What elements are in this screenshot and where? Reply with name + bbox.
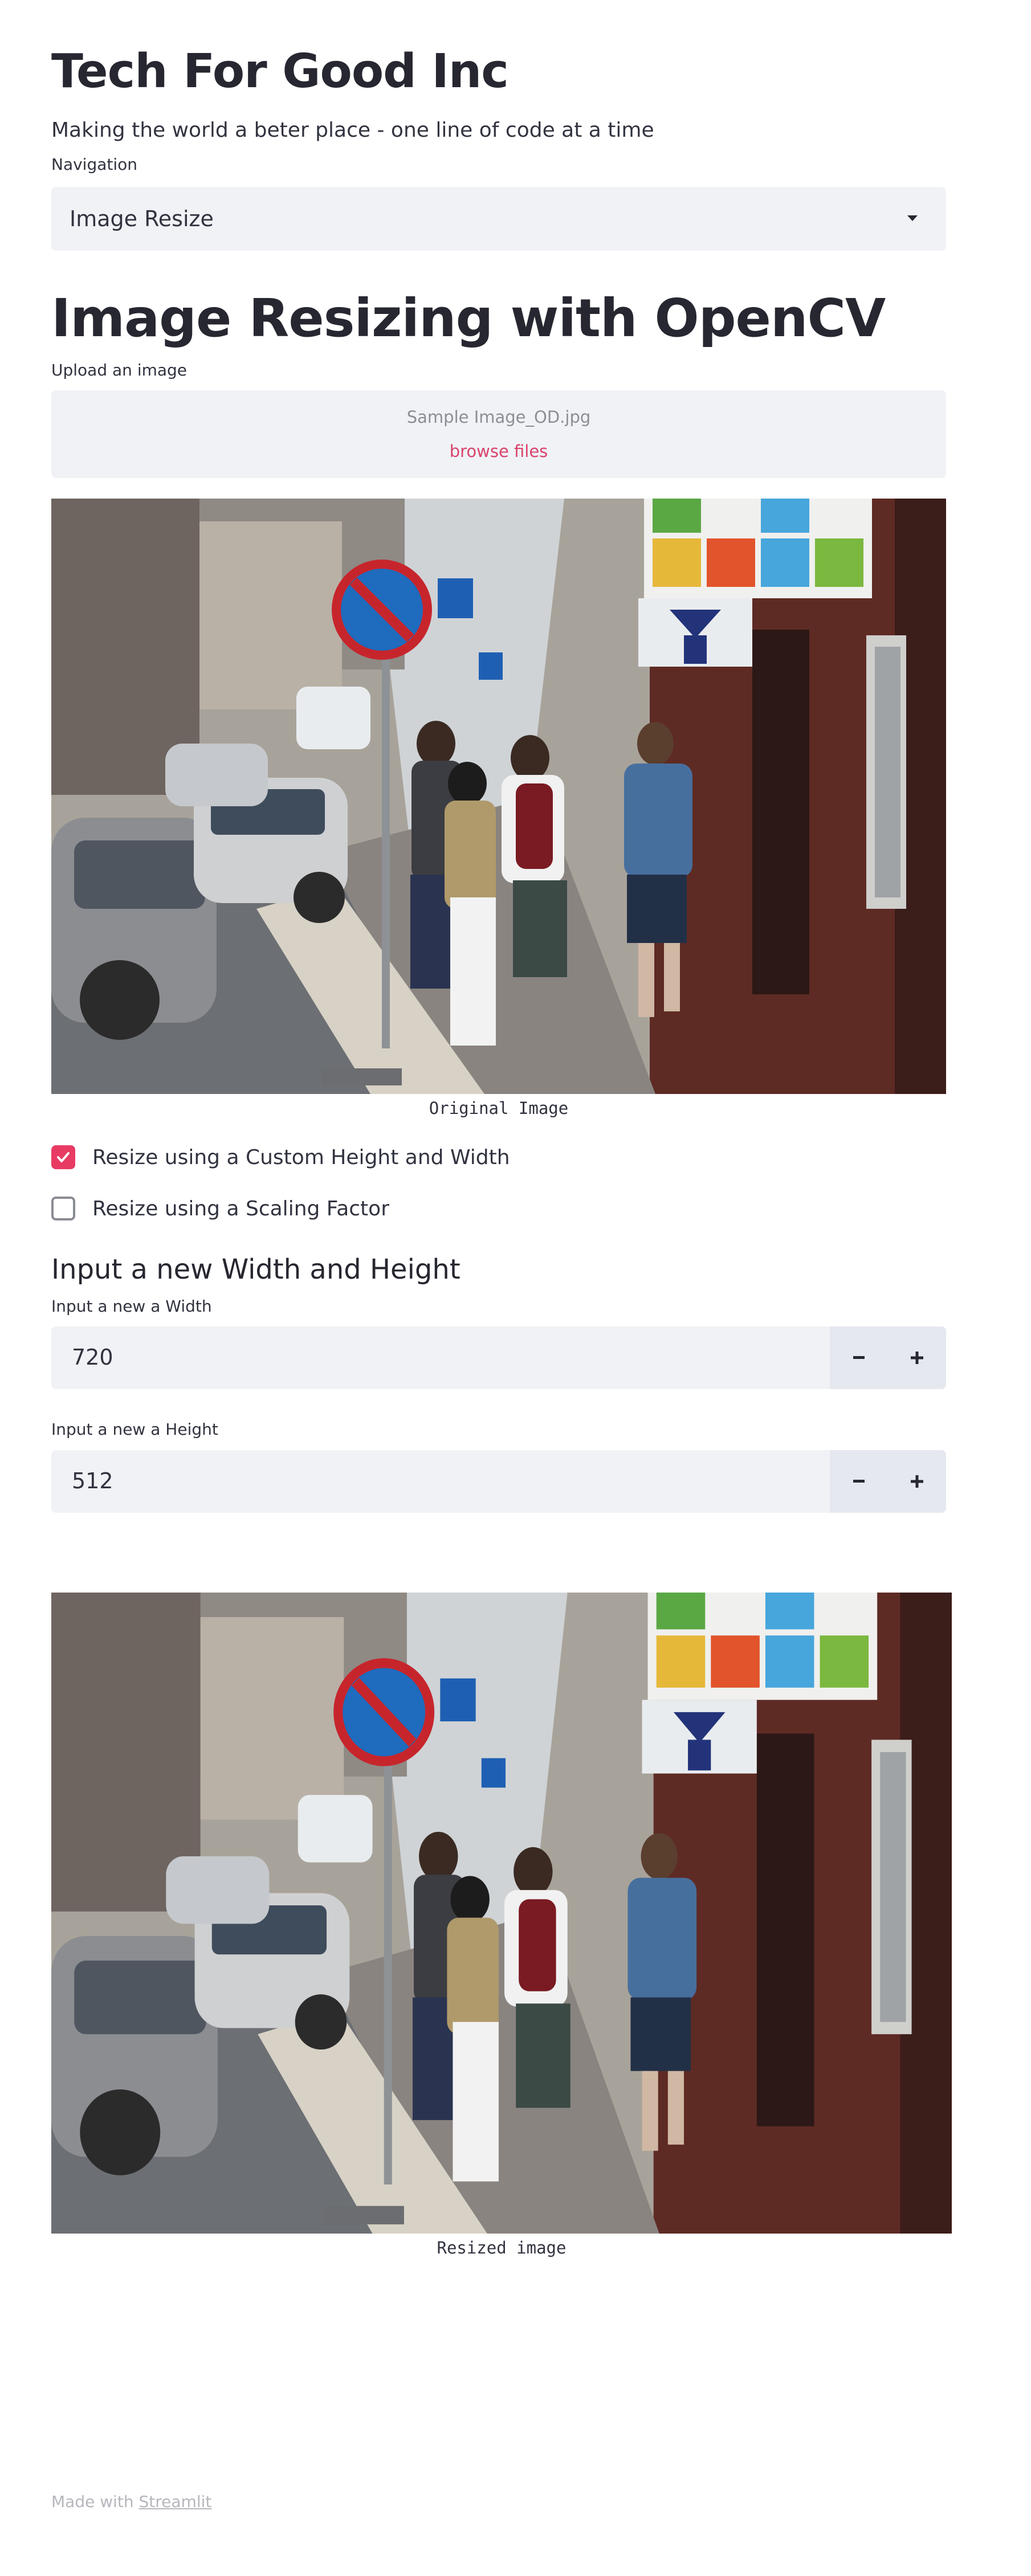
height-input[interactable]: 512 bbox=[51, 1450, 946, 1513]
scaling-factor-option[interactable]: Resize using a Scaling Factor bbox=[51, 1194, 389, 1223]
resized-image bbox=[51, 1593, 952, 2234]
height-value[interactable]: 512 bbox=[72, 1468, 113, 1493]
width-increment-button[interactable] bbox=[888, 1326, 946, 1389]
checkbox-checked-icon[interactable] bbox=[51, 1145, 75, 1169]
street-photo-graphic bbox=[51, 1593, 952, 2234]
checkbox-unchecked-icon[interactable] bbox=[51, 1197, 75, 1220]
original-image bbox=[51, 499, 946, 1094]
custom-size-option[interactable]: Resize using a Custom Height and Width bbox=[51, 1143, 510, 1171]
width-value[interactable]: 720 bbox=[72, 1345, 113, 1370]
footer: Made with Streamlit bbox=[51, 2492, 211, 2511]
uploaded-filename: Sample Image_OD.jpg bbox=[406, 407, 591, 427]
resized-image-caption: Resized image bbox=[437, 2238, 567, 2257]
navigation-selected-value: Image Resize bbox=[70, 206, 214, 231]
plus-icon bbox=[911, 1352, 923, 1364]
minus-icon bbox=[853, 1356, 865, 1359]
file-uploader[interactable]: Sample Image_OD.jpg browse files bbox=[51, 390, 946, 478]
app-title: Tech For Good Inc bbox=[51, 44, 509, 99]
scaling-factor-label: Resize using a Scaling Factor bbox=[92, 1197, 389, 1220]
app-subtitle: Making the world a beter place - one lin… bbox=[51, 119, 654, 142]
height-label: Input a new a Height bbox=[51, 1420, 218, 1439]
custom-size-label: Resize using a Custom Height and Width bbox=[92, 1145, 510, 1169]
resize-form-heading: Input a new Width and Height bbox=[51, 1254, 461, 1285]
upload-label: Upload an image bbox=[51, 361, 188, 379]
navigation-select[interactable]: Image Resize bbox=[51, 187, 946, 251]
section-title: Image Resizing with OpenCV bbox=[51, 288, 886, 349]
width-input[interactable]: 720 bbox=[51, 1326, 946, 1389]
footer-prefix: Made with bbox=[51, 2492, 134, 2511]
minus-icon bbox=[853, 1480, 865, 1483]
height-decrement-button[interactable] bbox=[830, 1450, 888, 1513]
width-decrement-button[interactable] bbox=[830, 1326, 888, 1389]
width-label: Input a new a Width bbox=[51, 1297, 212, 1316]
caret-down-icon bbox=[907, 215, 918, 221]
streamlit-link[interactable]: Streamlit bbox=[139, 2492, 212, 2511]
original-image-caption: Original Image bbox=[429, 1099, 569, 1118]
browse-files-link[interactable]: browse files bbox=[51, 442, 946, 461]
height-stepper bbox=[830, 1450, 946, 1513]
street-photo-graphic bbox=[51, 499, 946, 1094]
width-stepper bbox=[830, 1326, 946, 1389]
height-increment-button[interactable] bbox=[888, 1450, 946, 1513]
navigation-label: Navigation bbox=[51, 155, 138, 174]
plus-icon bbox=[911, 1475, 923, 1488]
